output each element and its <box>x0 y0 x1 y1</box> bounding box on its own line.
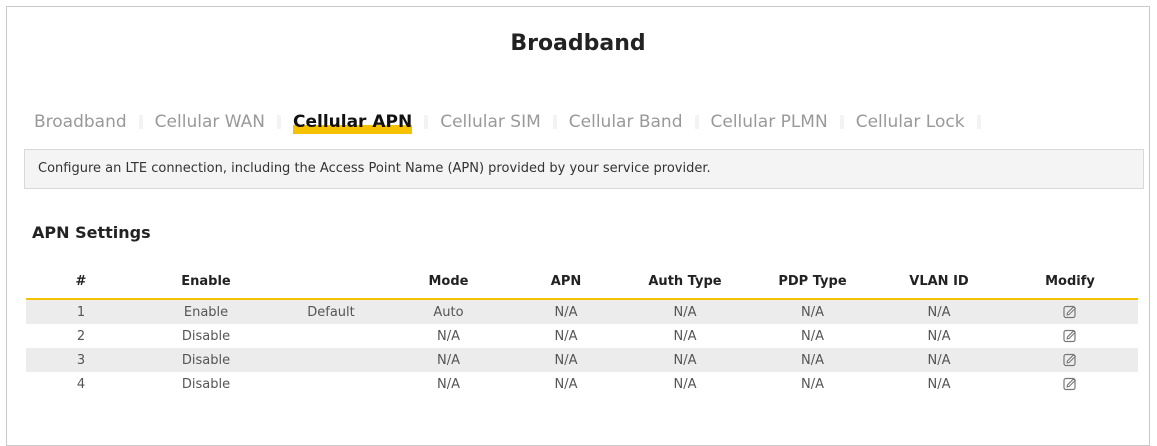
tab-separator <box>276 115 281 129</box>
column-header-mode: Mode <box>386 264 511 300</box>
tab-separator <box>552 115 557 129</box>
cell-auth-type: N/A <box>621 324 749 348</box>
tab-separator <box>138 115 143 129</box>
tab-cellular-plmn[interactable]: Cellular PLMN <box>711 110 828 134</box>
table-row: 3 Disable N/A N/A N/A N/A N/A <box>26 348 1138 372</box>
cell-mode: N/A <box>386 372 511 396</box>
cell-pdp-type: N/A <box>749 348 876 372</box>
cell-index: 4 <box>26 372 136 396</box>
column-header-enable: Enable <box>136 264 276 300</box>
cell-modify <box>1002 348 1138 372</box>
edit-icon[interactable] <box>1063 377 1077 391</box>
cell-vlan-id: N/A <box>876 299 1002 324</box>
tab-cellular-band[interactable]: Cellular Band <box>569 110 683 134</box>
column-header-auth-type: Auth Type <box>621 264 749 300</box>
cell-enable: Disable <box>136 372 276 396</box>
cell-vlan-id: N/A <box>876 324 1002 348</box>
cell-auth-type: N/A <box>621 348 749 372</box>
cell-pdp-type: N/A <box>749 299 876 324</box>
tab-separator <box>424 115 429 129</box>
cell-modify <box>1002 324 1138 348</box>
tab-cellular-wan[interactable]: Cellular WAN <box>155 110 265 134</box>
cell-apn: N/A <box>511 372 621 396</box>
cell-index: 3 <box>26 348 136 372</box>
edit-icon[interactable] <box>1063 329 1077 343</box>
tab-cellular-lock[interactable]: Cellular Lock <box>856 110 965 134</box>
tab-cellular-apn[interactable]: Cellular APN <box>292 110 413 134</box>
tab-separator <box>839 115 844 129</box>
cell-mode: N/A <box>386 324 511 348</box>
tab-cellular-sim[interactable]: Cellular SIM <box>440 110 541 134</box>
cell-apn: N/A <box>511 348 621 372</box>
column-header-default <box>276 264 386 300</box>
cell-pdp-type: N/A <box>749 324 876 348</box>
cell-mode: Auto <box>386 299 511 324</box>
cell-default <box>276 348 386 372</box>
info-description: Configure an LTE connection, including t… <box>24 149 1144 189</box>
cell-apn: N/A <box>511 299 621 324</box>
cell-vlan-id: N/A <box>876 348 1002 372</box>
column-header-index: # <box>26 264 136 300</box>
edit-icon[interactable] <box>1063 353 1077 367</box>
cell-modify <box>1002 299 1138 324</box>
cell-mode: N/A <box>386 348 511 372</box>
cell-default <box>276 324 386 348</box>
tab-separator <box>694 115 699 129</box>
cell-default: Default <box>276 299 386 324</box>
cell-index: 1 <box>26 299 136 324</box>
cell-auth-type: N/A <box>621 372 749 396</box>
tab-broadband[interactable]: Broadband <box>34 110 127 134</box>
cell-apn: N/A <box>511 324 621 348</box>
cell-modify <box>1002 372 1138 396</box>
section-title-apn-settings: APN Settings <box>32 223 151 242</box>
cell-enable: Disable <box>136 348 276 372</box>
column-header-modify: Modify <box>1002 264 1138 300</box>
edit-icon[interactable] <box>1063 305 1077 319</box>
cell-enable: Enable <box>136 299 276 324</box>
table-header-row: # Enable Mode APN Auth Type PDP Type VLA… <box>26 264 1138 300</box>
cell-auth-type: N/A <box>621 299 749 324</box>
tab-bar: Broadband Cellular WAN Cellular APN Cell… <box>34 110 993 134</box>
table-row: 4 Disable N/A N/A N/A N/A N/A <box>26 372 1138 396</box>
page-title: Broadband <box>510 31 646 56</box>
cell-vlan-id: N/A <box>876 372 1002 396</box>
cell-default <box>276 372 386 396</box>
cell-enable: Disable <box>136 324 276 348</box>
table-row: 1 Enable Default Auto N/A N/A N/A N/A <box>26 299 1138 324</box>
table-row: 2 Disable N/A N/A N/A N/A N/A <box>26 324 1138 348</box>
column-header-apn: APN <box>511 264 621 300</box>
cell-index: 2 <box>26 324 136 348</box>
column-header-pdp-type: PDP Type <box>749 264 876 300</box>
tab-separator <box>976 115 981 129</box>
cell-pdp-type: N/A <box>749 372 876 396</box>
column-header-vlan-id: VLAN ID <box>876 264 1002 300</box>
apn-table: # Enable Mode APN Auth Type PDP Type VLA… <box>26 264 1138 396</box>
